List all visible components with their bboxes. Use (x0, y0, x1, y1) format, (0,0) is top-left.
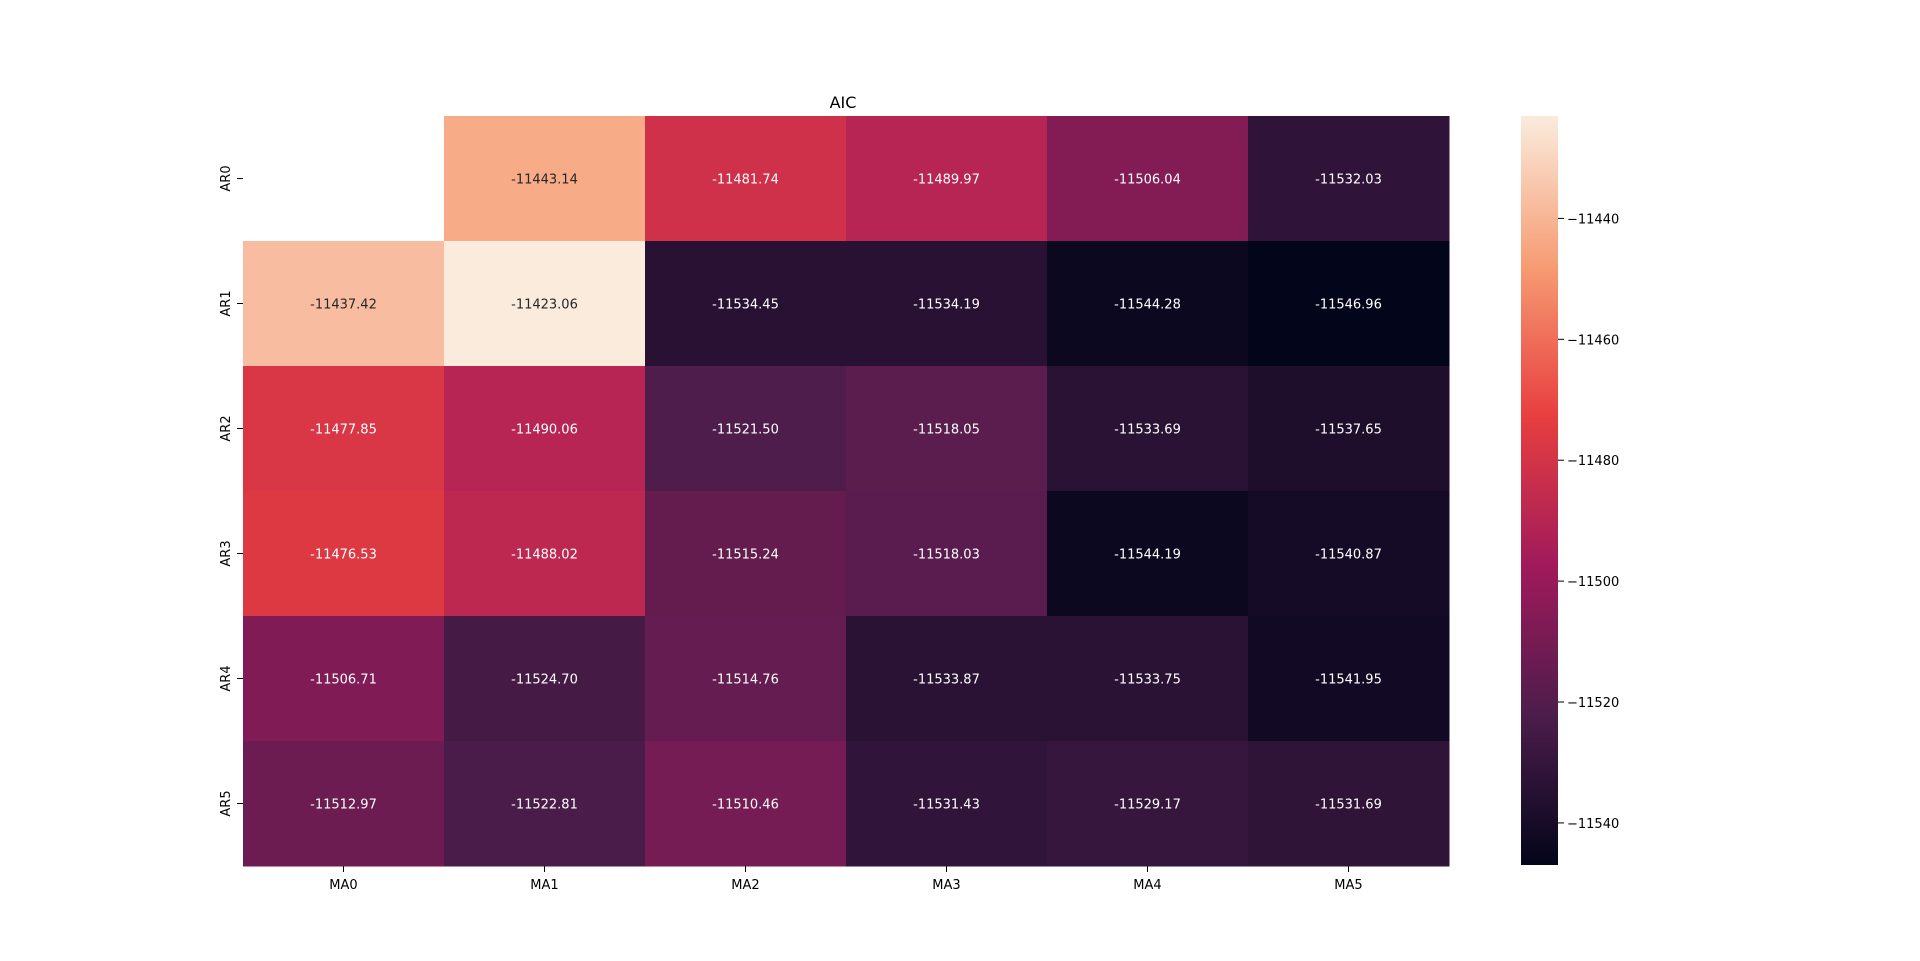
cell-label-ar1-ma1: -11423.06 (511, 298, 578, 313)
cell-label-ar3-ma5: -11540.87 (1315, 548, 1382, 563)
x-axis: MA0 MA1 MA2 MA3 MA4 MA5 (329, 866, 1363, 893)
colorbar (1521, 116, 1558, 865)
x-tick-label-ma1: MA1 (530, 878, 558, 893)
cell-label-ar5-ma1: -11522.81 (511, 798, 578, 813)
colorbar-tick-label-5: −11540 (1567, 817, 1619, 832)
cell-label-ar3-ma2: -11515.24 (712, 548, 779, 563)
cell-label-ar2-ma2: -11521.50 (712, 423, 779, 438)
cell-label-ar2-ma5: -11537.65 (1315, 423, 1382, 438)
cell-label-ar3-ma0: -11476.53 (310, 548, 377, 563)
x-tick-label-ma5: MA5 (1334, 878, 1362, 893)
x-tick-label-ma2: MA2 (731, 878, 759, 893)
colorbar-tick-label-1: −11460 (1567, 333, 1619, 348)
cell-label-ar5-ma4: -11529.17 (1114, 798, 1181, 813)
x-tick-label-ma4: MA4 (1133, 878, 1161, 893)
y-tick-label-ar3: AR3 (219, 540, 234, 566)
cell-label-ar4-ma3: -11533.87 (913, 673, 980, 688)
cell-label-ar0-ma5: -11532.03 (1315, 173, 1382, 188)
cell-label-ar1-ma3: -11534.19 (913, 298, 980, 313)
cell-label-ar2-ma0: -11477.85 (310, 423, 377, 438)
cell-label-ar4-ma1: -11524.70 (511, 673, 578, 688)
heatmap-cells (243, 116, 1450, 867)
cell-label-ar3-ma3: -11518.03 (913, 548, 980, 563)
x-tick-label-ma0: MA0 (329, 878, 357, 893)
cell-label-ar4-ma2: -11514.76 (712, 673, 779, 688)
cell-label-ar4-ma4: -11533.75 (1114, 673, 1181, 688)
cell-label-ar3-ma1: -11488.02 (511, 548, 578, 563)
cell-label-ar0-ma2: -11481.74 (712, 173, 779, 188)
y-tick-label-ar2: AR2 (219, 415, 234, 441)
y-tick-label-ar1: AR1 (219, 290, 234, 316)
colorbar-tick-label-3: −11500 (1567, 575, 1619, 590)
cell-label-ar5-ma5: -11531.69 (1315, 798, 1382, 813)
y-tick-label-ar0: AR0 (219, 165, 234, 191)
cell-label-ar1-ma0: -11437.42 (310, 298, 377, 313)
cell-label-ar4-ma5: -11541.95 (1315, 673, 1382, 688)
cell-label-ar1-ma5: -11546.96 (1315, 298, 1382, 313)
cell-label-ar2-ma1: -11490.06 (511, 423, 578, 438)
cell-label-ar0-ma3: -11489.97 (913, 173, 980, 188)
cell-label-ar5-ma0: -11512.97 (310, 798, 377, 813)
cell-label-ar5-ma2: -11510.46 (712, 798, 779, 813)
cell-label-ar1-ma2: -11534.45 (712, 298, 779, 313)
cell-label-ar2-ma4: -11533.69 (1114, 423, 1181, 438)
chart-title: AIC (830, 93, 857, 112)
y-tick-label-ar4: AR4 (219, 665, 234, 691)
cell-label-ar0-ma1: -11443.14 (511, 173, 578, 188)
cell-label-ar3-ma4: -11544.19 (1114, 548, 1181, 563)
cell-label-ar1-ma4: -11544.28 (1114, 298, 1181, 313)
cell-label-ar4-ma0: -11506.71 (310, 673, 377, 688)
y-axis: AR0 AR1 AR2 AR3 AR4 AR5 (219, 165, 243, 817)
cell-label-ar2-ma3: -11518.05 (913, 423, 980, 438)
x-tick-label-ma3: MA3 (932, 878, 960, 893)
colorbar-tick-label-0: −11440 (1567, 212, 1619, 227)
y-tick-label-ar5: AR5 (219, 790, 234, 816)
cell-label-ar0-ma4: -11506.04 (1114, 173, 1181, 188)
colorbar-tick-label-4: −11520 (1567, 696, 1619, 711)
colorbar-tick-label-2: −11480 (1567, 454, 1619, 469)
cell-label-ar5-ma3: -11531.43 (913, 798, 980, 813)
colorbar-ticks: −11440 −11460 −11480 −11500 −11520 −11540 (1558, 212, 1619, 832)
aic-heatmap-chart: AIC -11443.14 -11481.74 -11489.97 -11506.04… (219, 93, 1619, 893)
